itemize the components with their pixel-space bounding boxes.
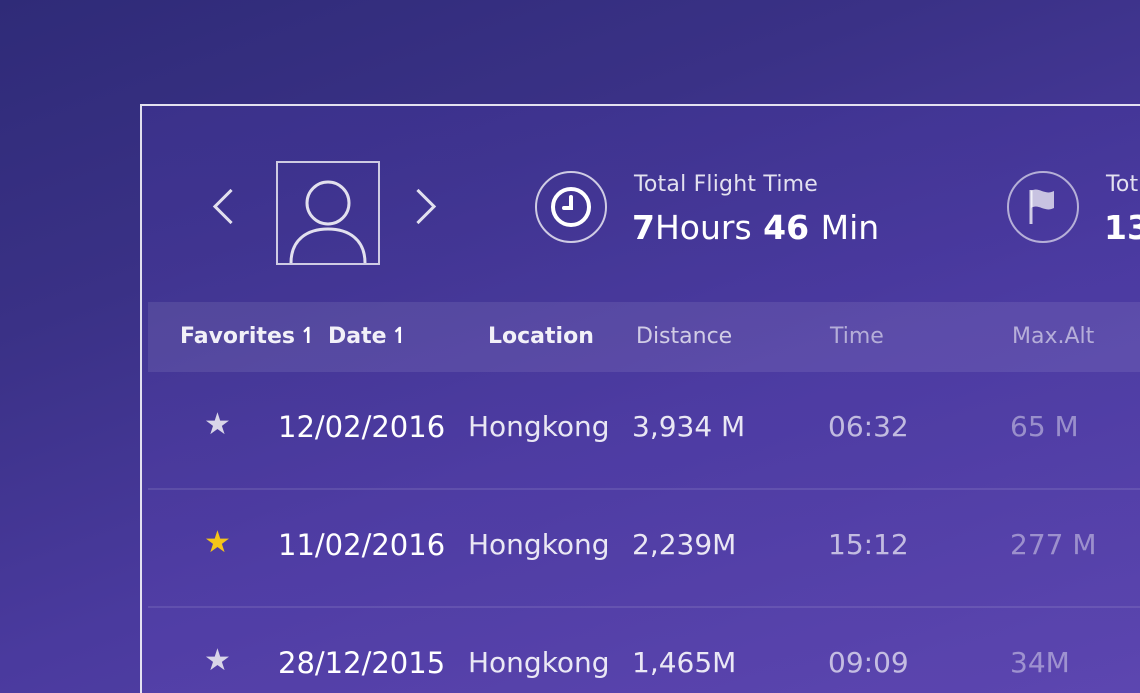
row-date: 28/12/2015 — [278, 646, 446, 680]
column-location[interactable]: Location — [488, 324, 594, 349]
favorite-star-icon[interactable]: ★ — [204, 646, 231, 676]
row-time: 15:12 — [828, 528, 909, 561]
row-date: 11/02/2016 — [278, 528, 446, 562]
stat-label: Tot — [1106, 172, 1139, 197]
stat-value: 13 — [1104, 208, 1140, 247]
row-distance: 3,934 M — [632, 410, 746, 443]
user-icon — [289, 180, 367, 263]
row-location: Hongkong — [468, 410, 610, 443]
column-max-alt[interactable]: Max.Alt — [1012, 324, 1094, 349]
sort-icon[interactable]: ↿ — [391, 324, 409, 349]
table-row[interactable]: ★ 11/02/2016 Hongkong 2,239M 15:12 277 M — [148, 490, 1140, 608]
row-location: Hongkong — [468, 528, 610, 561]
column-date[interactable]: Date ↿ — [328, 324, 409, 349]
next-profile-button[interactable] — [400, 188, 437, 225]
favorite-star-icon[interactable]: ★ — [204, 410, 231, 440]
row-distance: 2,239M — [632, 528, 737, 561]
row-max-alt: 34M — [1010, 646, 1070, 679]
table-row[interactable]: ★ 12/02/2016 Hongkong 3,934 M 06:32 65 M — [148, 372, 1140, 490]
column-distance[interactable]: Distance — [636, 324, 732, 349]
row-date: 12/02/2016 — [278, 410, 446, 444]
row-max-alt: 277 M — [1010, 528, 1097, 561]
table-header: Favorites ↿ Date ↿ Location Distance Time … — [148, 302, 1140, 372]
row-max-alt: 65 M — [1010, 410, 1079, 443]
sort-icon[interactable]: ↿ — [299, 324, 317, 349]
column-time[interactable]: Time — [830, 324, 884, 349]
previous-profile-button[interactable] — [212, 188, 249, 225]
avatar[interactable] — [276, 161, 380, 265]
row-time: 09:09 — [828, 646, 909, 679]
row-time: 06:32 — [828, 410, 909, 443]
column-favorites[interactable]: Favorites ↿ — [180, 324, 317, 349]
flag-icon — [1007, 171, 1079, 243]
favorite-star-icon[interactable]: ★ — [204, 528, 231, 558]
clock-icon — [535, 171, 607, 243]
row-distance: 1,465M — [632, 646, 737, 679]
table-row[interactable]: ★ 28/12/2015 Hongkong 1,465M 09:09 34M — [148, 608, 1140, 693]
flight-log-panel: Total Flight Time 7Hours 46 Min Tot 13 F… — [140, 104, 1140, 693]
stat-value: 7Hours 46 Min — [632, 208, 880, 247]
row-location: Hongkong — [468, 646, 610, 679]
stat-label: Total Flight Time — [634, 172, 819, 197]
